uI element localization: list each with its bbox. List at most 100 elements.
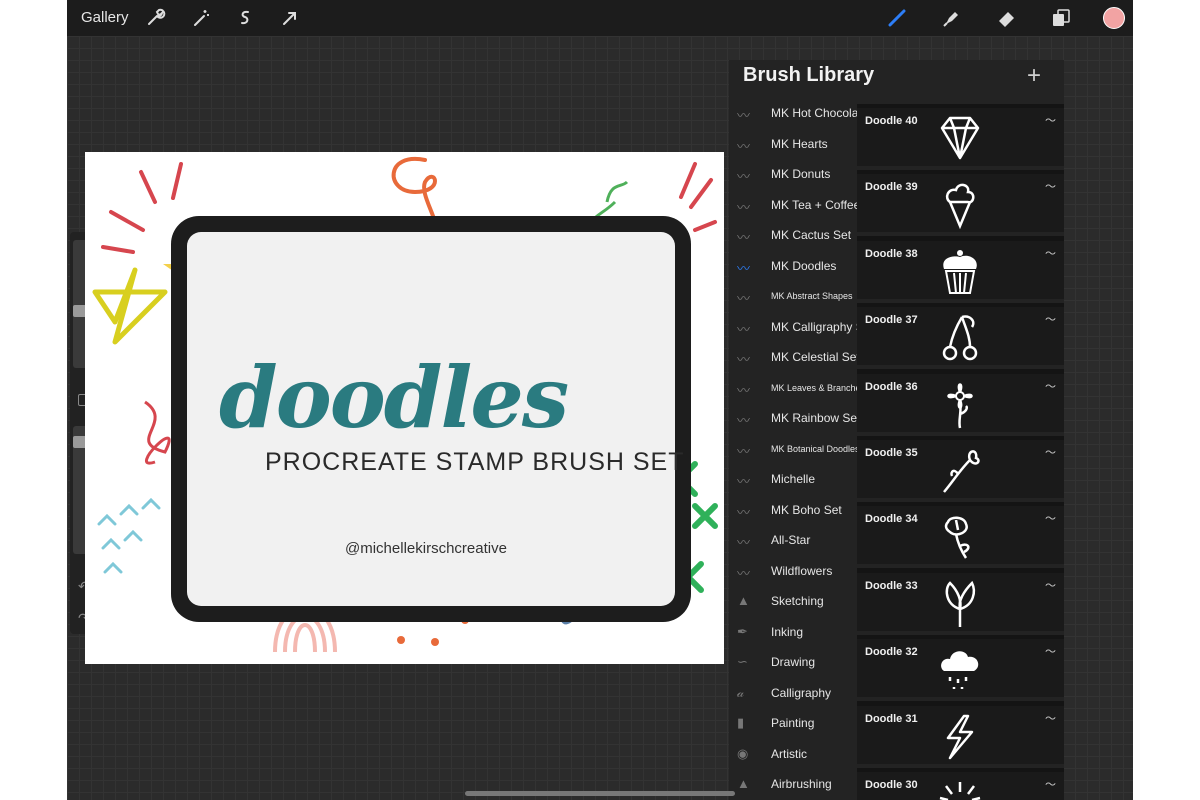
- stroke-preview-icon: 〜: [1045, 712, 1056, 725]
- stroke-icon: 〰: [737, 108, 751, 123]
- stroke-icon: 〰: [737, 413, 751, 428]
- brush-category-label: Inking: [771, 624, 804, 639]
- brush-category-item[interactable]: ◉ Artistic: [729, 739, 857, 769]
- artwork-handle: @michellekirschcreative: [345, 540, 507, 557]
- brush-item[interactable]: Doodle 37 〜: [857, 307, 1064, 370]
- wrench-icon[interactable]: [143, 6, 167, 30]
- stroke-preview-icon: 〜: [1045, 779, 1056, 791]
- stroke-icon: 〰: [737, 382, 751, 398]
- brush-item[interactable]: Doodle 30 〜: [857, 772, 1064, 800]
- layers-icon[interactable]: [1049, 6, 1073, 30]
- brush-category-item[interactable]: 〰 All-Star: [729, 525, 857, 555]
- procreate-screen: Gallery ↶ ↷ doodles PROCREATE STAMP BRUS…: [67, 0, 1133, 800]
- stroke-icon: 〰: [737, 138, 751, 154]
- brush-name: Doodle 39: [865, 181, 918, 194]
- brush-category-label: Artistic: [771, 746, 807, 761]
- brush-category-label: MK Abstract Shapes: [771, 291, 853, 301]
- stroke-preview-icon: 〜: [1045, 513, 1056, 526]
- brush-category-item[interactable]: 〰 MK Hot Chocolate: [729, 98, 868, 128]
- brush-item[interactable]: Doodle 35 〜: [857, 440, 1064, 502]
- brush-category-label: Airbrushing: [771, 777, 832, 791]
- brush-category-label: MK Leaves & Branches: [771, 382, 866, 393]
- brush-category-item[interactable]: 〰 MK Leaves & Branches: [729, 373, 865, 403]
- brush-category-item[interactable]: 〰 MK Cactus Set: [729, 220, 857, 250]
- brush-category-label: Calligraphy: [771, 685, 832, 700]
- artwork-canvas[interactable]: doodles PROCREATE STAMP BRUSH SET @miche…: [85, 152, 724, 664]
- stroke-preview-icon: 〜: [1045, 314, 1056, 327]
- brush-library-panel: Brush Library + 〰 MK Hot Chocolate 〰 MK Hea…: [729, 60, 1064, 800]
- diamond-icon: [940, 116, 980, 160]
- brush-category-label: Painting: [771, 716, 815, 730]
- stroke-icon: 〰: [737, 291, 751, 306]
- ice-cream-icon: [945, 184, 975, 230]
- brush-category-label: Wildflowers: [771, 563, 833, 578]
- brush-category-label: MK Rainbow Set: [771, 411, 861, 425]
- brush-category-item[interactable]: ▮ Painting: [729, 708, 857, 738]
- brush-category-item[interactable]: ✒ Inking: [729, 617, 857, 647]
- brush-name: Doodle 30: [865, 779, 918, 791]
- brush-category-item[interactable]: 〰 MK Botanical Doodles: [729, 434, 860, 464]
- cherries-icon: [942, 315, 978, 361]
- brush-category-item[interactable]: 〰 MK Calligraphy Set: [729, 312, 874, 342]
- artwork-subtitle: PROCREATE STAMP BRUSH SET: [265, 448, 685, 476]
- cupcake-icon: [943, 249, 977, 294]
- magic-wand-icon[interactable]: [189, 6, 213, 30]
- plus-icon[interactable]: +: [1027, 62, 1041, 90]
- stroke-icon: 〰: [737, 321, 751, 337]
- brush-item[interactable]: Doodle 32 〜: [857, 639, 1064, 702]
- brush-name: Doodle 32: [865, 646, 918, 659]
- flower-icon: [947, 382, 973, 428]
- brush-category-item[interactable]: ▲ Sketching: [729, 586, 857, 616]
- brush-category-item[interactable]: 〰 MK Abstract Shapes: [729, 281, 857, 311]
- stroke-icon: 〰: [737, 474, 751, 489]
- color-swatch[interactable]: [1103, 7, 1125, 29]
- pencil-tip-icon: ▲: [737, 593, 750, 608]
- lightning-icon: [946, 714, 974, 759]
- brush-category-label: MK Tea + Coffee: [771, 197, 861, 212]
- selection-icon[interactable]: [233, 6, 257, 30]
- brush-category-item[interactable]: ▲ Airbrushing: [729, 769, 857, 799]
- stroke-preview-icon: 〜: [1045, 579, 1056, 592]
- stroke-icon: 〰: [737, 169, 751, 184]
- stroke-preview-icon: 〜: [1045, 115, 1056, 127]
- calligraphy-a-icon: 𝒶: [737, 684, 745, 700]
- smudge-icon[interactable]: [939, 6, 963, 30]
- artwork-title: doodles: [219, 348, 569, 447]
- gallery-button[interactable]: Gallery: [81, 9, 129, 26]
- brush-item[interactable]: Doodle 34 〜: [857, 506, 1064, 569]
- brush-item[interactable]: Doodle 40 〜: [857, 108, 1064, 170]
- eraser-icon[interactable]: [995, 6, 1019, 30]
- brush-category-label: MK Celestial Set: [771, 350, 860, 364]
- brush-category-item[interactable]: 𝒶 Calligraphy: [729, 678, 857, 708]
- sunburst-icon: [939, 782, 981, 800]
- brush-item[interactable]: Doodle 36 〜: [857, 373, 1064, 436]
- brush-item[interactable]: Doodle 38 〜: [857, 240, 1064, 303]
- brush-item[interactable]: Doodle 31 〜: [857, 705, 1064, 768]
- palette-icon: ◉: [737, 745, 749, 761]
- brush-category-item[interactable]: 〰 MK Boho Set: [729, 495, 857, 525]
- brush-category-item[interactable]: 〰 MK Celestial Set: [729, 342, 860, 372]
- brush-category-item[interactable]: 〰 Wildflowers: [729, 556, 857, 586]
- stroke-icon: 〰: [737, 199, 751, 215]
- brush-icon[interactable]: [885, 6, 909, 30]
- brush-category-item[interactable]: 〰 MK Donuts: [729, 159, 857, 189]
- brush-name: Doodle 40: [865, 115, 918, 127]
- brush-category-item[interactable]: 〰 MK Tea + Coffee: [729, 190, 861, 220]
- brush-category-label: MK Boho Set: [771, 502, 842, 517]
- brush-category-label: Sketching: [771, 594, 824, 608]
- brush-name: Doodle 33: [865, 579, 918, 592]
- home-indicator: [465, 791, 735, 796]
- transform-arrow-icon[interactable]: [278, 6, 302, 30]
- brush-category-item[interactable]: ∽ Drawing: [729, 647, 857, 677]
- stroke-icon: 〰: [737, 535, 751, 550]
- brush-name: Doodle 37: [865, 314, 918, 327]
- brush-category-item[interactable]: 〰 MK Hearts: [729, 129, 857, 159]
- stroke-preview-icon: 〜: [1045, 247, 1056, 260]
- brush-item[interactable]: Doodle 39 〜: [857, 174, 1064, 237]
- brush-category-item[interactable]: 〰 Michelle: [729, 464, 857, 494]
- brush-category-label: MK Donuts: [771, 167, 831, 181]
- brush-category-item[interactable]: 〰 MK Rainbow Set: [729, 403, 861, 433]
- brush-category-item[interactable]: 〰 MK Doodles: [729, 251, 857, 281]
- brush-item[interactable]: Doodle 33 〜: [857, 572, 1064, 635]
- brush-library-title: Brush Library: [743, 64, 875, 86]
